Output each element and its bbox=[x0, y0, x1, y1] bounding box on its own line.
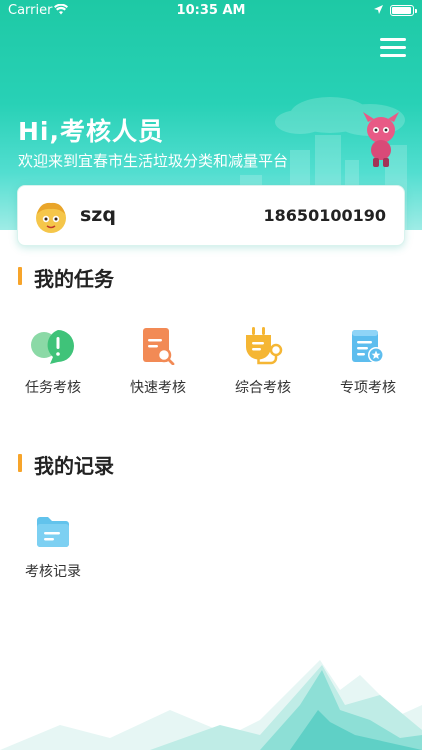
special-review-icon bbox=[352, 330, 384, 363]
menu-button[interactable] bbox=[380, 38, 406, 58]
comprehensive-review-tile[interactable]: 综合考核 bbox=[218, 327, 308, 397]
mountain-decoration bbox=[0, 660, 422, 750]
special-review-tile[interactable]: 专项考核 bbox=[323, 327, 413, 397]
user-name: szq bbox=[80, 204, 116, 226]
special-review-label: 专项考核 bbox=[340, 380, 396, 396]
task-review-tile[interactable]: 任务考核 bbox=[8, 327, 98, 397]
status-bar: Carrier 10:35 AM bbox=[0, 0, 422, 22]
task-review-label: 任务考核 bbox=[25, 380, 81, 396]
section-accent-bar bbox=[18, 454, 22, 472]
user-info-card[interactable]: szq 18650100190 bbox=[17, 185, 405, 246]
user-phone: 18650100190 bbox=[263, 206, 386, 225]
greeting-title: Hi,考核人员 bbox=[18, 117, 164, 146]
user-avatar bbox=[36, 202, 66, 233]
section-title-tasks: 我的任务 bbox=[18, 263, 114, 292]
clock: 10:35 AM bbox=[176, 3, 246, 18]
battery-icon bbox=[390, 5, 417, 16]
comprehensive-review-icon bbox=[246, 327, 283, 365]
hamburger-icon bbox=[380, 38, 406, 41]
review-records-icon bbox=[37, 517, 69, 547]
comprehensive-review-label: 综合考核 bbox=[235, 380, 291, 396]
welcome-subtitle: 欢迎来到宜春市生活垃圾分类和减量平台 bbox=[18, 152, 289, 170]
section-accent-bar bbox=[18, 267, 22, 285]
quick-review-tile[interactable]: 快速考核 bbox=[113, 327, 203, 397]
review-records-label: 考核记录 bbox=[25, 564, 81, 580]
location-arrow-icon bbox=[374, 5, 383, 14]
review-records-tile[interactable]: 考核记录 bbox=[8, 515, 98, 581]
task-review-icon bbox=[31, 330, 74, 364]
mascot-illustration bbox=[363, 112, 399, 167]
section-title-records: 我的记录 bbox=[18, 450, 114, 479]
quick-review-icon bbox=[143, 328, 175, 365]
quick-review-label: 快速考核 bbox=[130, 380, 186, 396]
